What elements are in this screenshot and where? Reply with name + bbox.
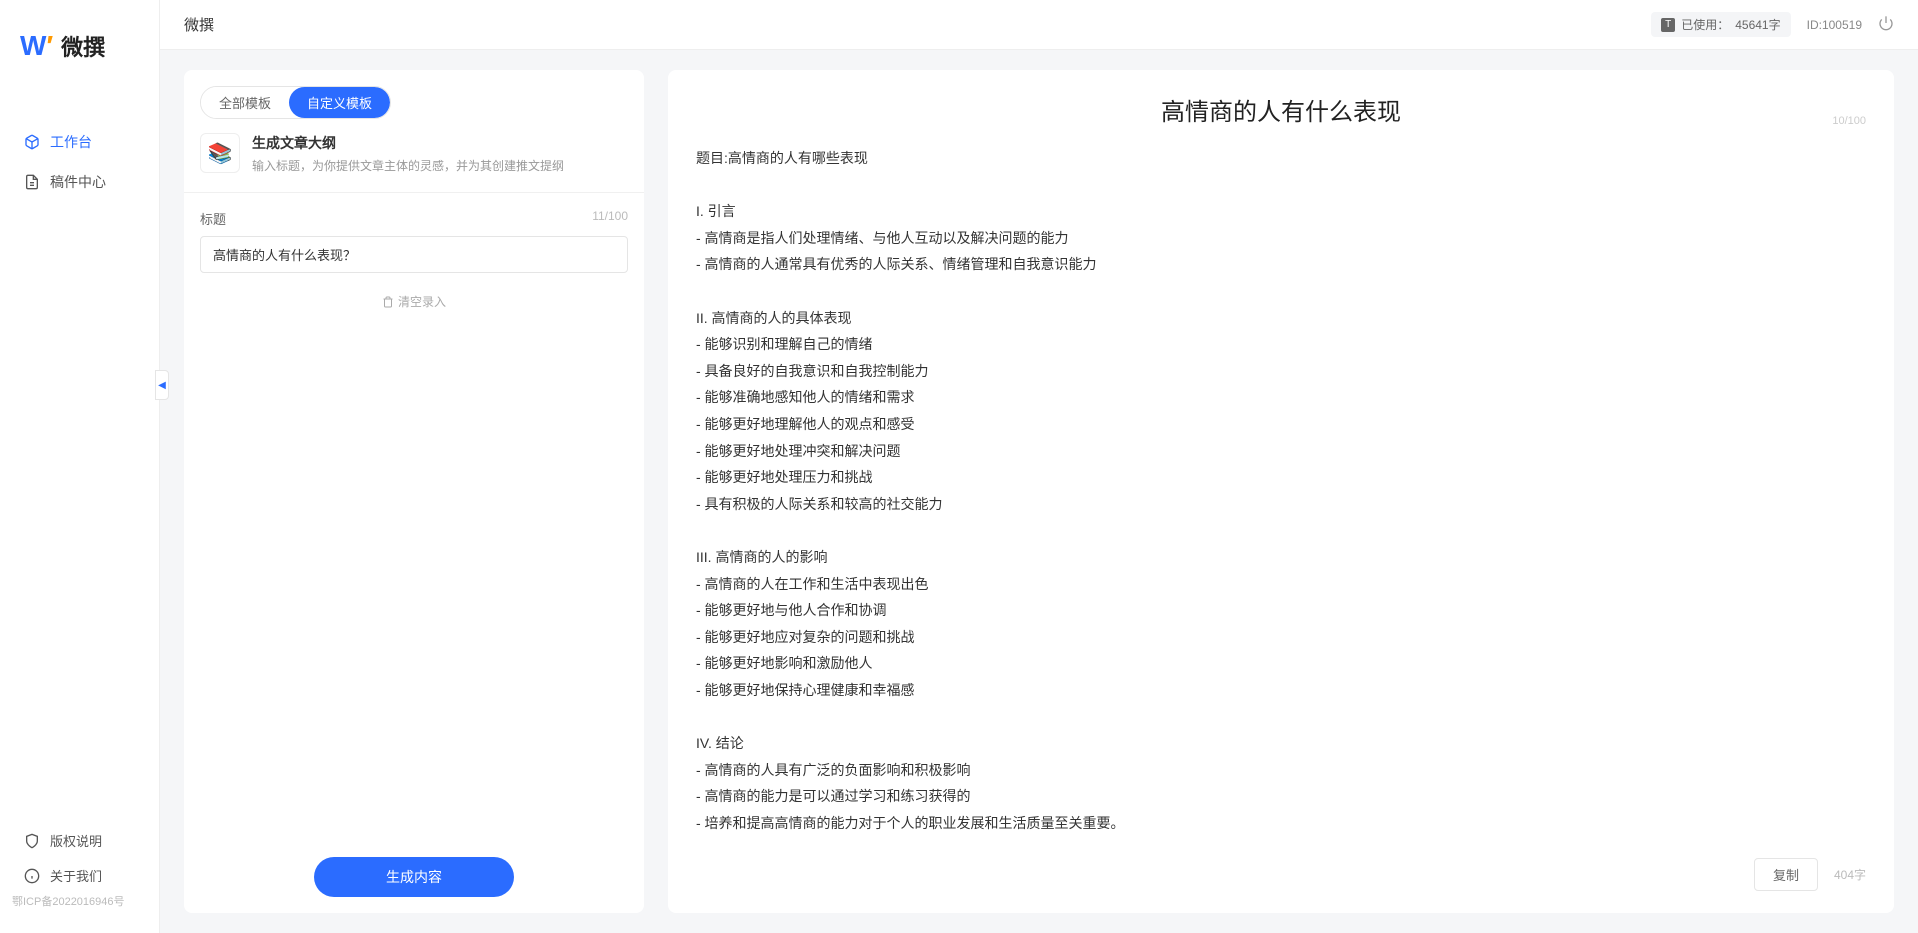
nav-item-label: 版权说明: [50, 831, 102, 850]
logo: W′ 微撰: [0, 0, 159, 82]
copy-button[interactable]: 复制: [1754, 858, 1818, 891]
output-title: 高情商的人有什么表现: [1161, 100, 1401, 126]
nav-item-label: 关于我们: [50, 866, 102, 885]
nav-item-copyright[interactable]: 版权说明: [0, 823, 159, 858]
sidebar: W′ 微撰 工作台 稿件中心 版权说明 关于我们 鄂ICP备2022016946…: [0, 0, 160, 933]
nav-main: 工作台 稿件中心: [0, 82, 159, 823]
icp-text: 鄂ICP备2022016946号: [0, 893, 159, 919]
left-panel: 全部模板 自定义模板 📚 生成文章大纲 输入标题，为你提供文章主体的灵感，并为其…: [184, 70, 644, 913]
tab-all-templates[interactable]: 全部模板: [201, 87, 289, 118]
template-icon: 📚: [200, 133, 240, 173]
chevron-left-icon: ◀: [158, 380, 166, 391]
usage-badge: T 已使用： 45641字: [1651, 12, 1790, 37]
main: 微撰 T 已使用： 45641字 ID:100519 全部模板 自定义模板: [160, 0, 1918, 933]
nav-item-workbench[interactable]: 工作台: [0, 122, 159, 162]
output-body: 题目:高情商的人有哪些表现 I. 引言 - 高情商是指人们处理情绪、与他人互动以…: [696, 145, 1866, 844]
usage-value: 45641字: [1735, 16, 1780, 33]
nav-item-drafts[interactable]: 稿件中心: [0, 162, 159, 202]
form-area: 标题 11/100 清空录入: [184, 193, 644, 841]
nav-item-label: 稿件中心: [50, 172, 106, 192]
output-title-count: 10/100: [1832, 115, 1866, 127]
tab-custom-templates[interactable]: 自定义模板: [289, 87, 390, 118]
cube-icon: [24, 134, 40, 150]
template-tabs: 全部模板 自定义模板: [184, 70, 644, 119]
power-button[interactable]: [1878, 15, 1894, 34]
power-icon: [1878, 15, 1894, 31]
right-panel: 高情商的人有什么表现 10/100 题目:高情商的人有哪些表现 I. 引言 - …: [668, 70, 1894, 913]
page-title: 微撰: [184, 14, 1635, 35]
title-input[interactable]: [200, 236, 628, 273]
content: 全部模板 自定义模板 📚 生成文章大纲 输入标题，为你提供文章主体的灵感，并为其…: [160, 50, 1918, 933]
output-footer: 复制 404字: [696, 844, 1866, 891]
trash-icon: [382, 296, 394, 308]
output-word-count: 404字: [1834, 866, 1866, 883]
clear-button[interactable]: 清空录入: [382, 293, 446, 310]
sidebar-collapse-button[interactable]: ◀: [155, 370, 169, 400]
logo-icon: W′: [20, 30, 53, 62]
nav-item-about[interactable]: 关于我们: [0, 858, 159, 893]
user-id: ID:100519: [1807, 18, 1862, 32]
topbar: 微撰 T 已使用： 45641字 ID:100519: [160, 0, 1918, 50]
template-desc: 输入标题，为你提供文章主体的灵感，并为其创建推文提纲: [252, 157, 564, 174]
usage-label: 已使用：: [1681, 16, 1729, 33]
clear-label: 清空录入: [398, 293, 446, 310]
document-icon: [24, 174, 40, 190]
logo-text: 微撰: [61, 30, 105, 62]
nav-item-label: 工作台: [50, 132, 92, 152]
title-char-count: 11/100: [592, 209, 628, 228]
shield-icon: [24, 833, 40, 849]
template-title: 生成文章大纲: [252, 133, 564, 153]
nav-bottom: 版权说明 关于我们 鄂ICP备2022016946号: [0, 823, 159, 933]
t-badge-icon: T: [1661, 18, 1675, 32]
generate-button[interactable]: 生成内容: [314, 857, 514, 897]
template-card: 📚 生成文章大纲 输入标题，为你提供文章主体的灵感，并为其创建推文提纲: [184, 119, 644, 193]
info-icon: [24, 868, 40, 884]
books-icon: 📚: [208, 141, 233, 166]
title-label: 标题: [200, 209, 226, 228]
